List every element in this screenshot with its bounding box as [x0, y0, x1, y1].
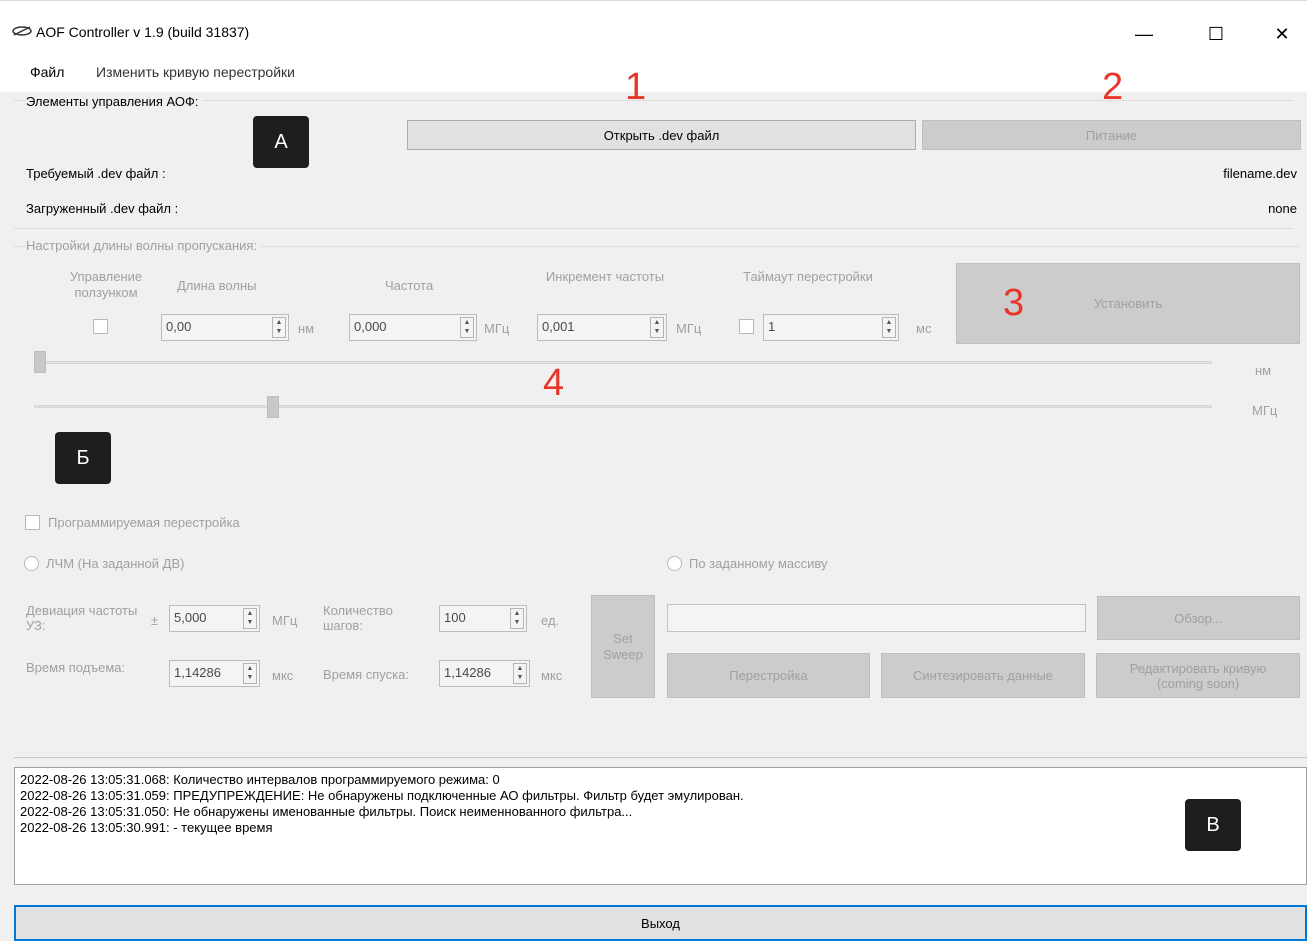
array-radio[interactable]	[667, 556, 682, 571]
log-line: 2022-08-26 13:05:31.068: Количество инте…	[20, 772, 500, 787]
loaded-dev-value: none	[1268, 201, 1297, 216]
spin-arrows-icon[interactable]: ▲ ▼	[243, 608, 257, 629]
timeout-unit: мс	[916, 321, 932, 336]
set-sweep-button[interactable]: Set Sweep	[591, 595, 655, 698]
wavelength-label: Длина волны	[177, 278, 257, 293]
lfm-radio[interactable]	[24, 556, 39, 571]
slider-nm-unit: нм	[1255, 363, 1272, 378]
wavelength-slider-track[interactable]	[34, 361, 1212, 364]
annotation-3: 3	[1003, 282, 1025, 324]
frequency-value: 0,000	[354, 319, 387, 334]
edit-curve-button[interactable]: Редактировать кривую (coming soon)	[1096, 653, 1300, 698]
frequency-slider-track[interactable]	[34, 405, 1212, 408]
window-title: AOF Controller v 1.9 (build 31837)	[36, 24, 250, 40]
increment-unit: МГц	[676, 321, 702, 336]
slider-mhz-unit: МГц	[1252, 403, 1278, 418]
annotation-2: 2	[1102, 66, 1124, 108]
wavelength-slider-thumb[interactable]	[34, 351, 46, 373]
fall-time-spinbox[interactable]: 1,14286 ▲ ▼	[439, 660, 530, 687]
steps-value: 100	[444, 610, 466, 625]
timeout-spinbox[interactable]: 1 ▲ ▼	[763, 314, 899, 341]
timeout-checkbox[interactable]	[739, 319, 754, 334]
deviation-value: 5,000	[174, 610, 207, 625]
open-dev-file-button[interactable]: Открыть .dev файл	[407, 120, 916, 150]
steps-unit: ед.	[541, 613, 560, 628]
exit-button[interactable]: Выход	[14, 905, 1307, 941]
log-line: 2022-08-26 13:05:31.050: Не обнаружены и…	[20, 804, 633, 819]
fall-time-label: Время спуска:	[323, 667, 409, 682]
annotation-4: 4	[543, 362, 565, 404]
increment-label: Инкремент частоты	[545, 269, 665, 284]
array-file-path-input[interactable]	[667, 604, 1086, 632]
increment-value: 0,001	[542, 319, 575, 334]
required-dev-value: filename.dev	[1223, 166, 1297, 181]
menu-file[interactable]: Файл	[30, 64, 64, 80]
annotation-a: А	[253, 116, 309, 168]
required-dev-label: Требуемый .dev файл :	[26, 166, 166, 181]
spin-arrows-icon[interactable]: ▲ ▼	[882, 317, 896, 338]
annotation-1: 1	[625, 66, 647, 108]
synthesize-data-button[interactable]: Синтезировать данные	[881, 653, 1085, 698]
array-radio-label: По заданному массиву	[689, 556, 828, 571]
frequency-slider-thumb[interactable]	[267, 396, 280, 418]
steps-label: Количество шагов:	[323, 603, 393, 633]
rise-time-value: 1,14286	[174, 665, 221, 680]
minimize-button[interactable]: —	[1121, 14, 1167, 54]
spin-arrows-icon[interactable]: ▲ ▼	[460, 317, 474, 338]
fall-time-unit: мкс	[541, 668, 563, 683]
log-divider	[14, 757, 1307, 758]
wavelength-group-label: Настройки длины волны пропускания:	[26, 238, 262, 253]
close-button[interactable]: ✕	[1259, 14, 1305, 54]
lfm-radio-label: ЛЧМ (На заданной ДВ)	[46, 556, 185, 571]
spin-arrows-icon[interactable]: ▲ ▼	[650, 317, 664, 338]
frequency-unit: МГц	[484, 321, 510, 336]
frequency-label: Частота	[385, 278, 434, 293]
app-icon	[12, 24, 32, 38]
timeout-label: Таймаут перестройки	[743, 269, 873, 284]
plus-minus: ±	[151, 613, 159, 628]
group-divider	[14, 228, 1294, 229]
loaded-dev-label: Загруженный .dev файл :	[26, 201, 179, 216]
timeout-value: 1	[768, 319, 776, 334]
programmable-checkbox[interactable]	[25, 515, 40, 530]
log-textbox[interactable]: 2022-08-26 13:05:31.068: Количество инте…	[14, 767, 1307, 885]
menu-edit-curve[interactable]: Изменить кривую перестройки	[96, 64, 295, 80]
annotation-v: В	[1185, 799, 1241, 851]
slider-control-label: Управление ползунком	[69, 269, 143, 300]
steps-spinbox[interactable]: 100 ▲ ▼	[439, 605, 527, 632]
spin-arrows-icon[interactable]: ▲ ▼	[513, 663, 527, 684]
spin-arrows-icon[interactable]: ▲ ▼	[272, 317, 286, 338]
deviation-spinbox[interactable]: 5,000 ▲ ▼	[169, 605, 260, 632]
wavelength-spinbox[interactable]: 0,00 ▲ ▼	[161, 314, 289, 341]
browse-button[interactable]: Обзор...	[1097, 596, 1300, 640]
slider-control-checkbox[interactable]	[93, 319, 108, 334]
rise-time-label: Время подъема:	[26, 660, 126, 675]
retune-button[interactable]: Перестройка	[667, 653, 870, 698]
rise-time-unit: мкс	[272, 668, 294, 683]
log-line: 2022-08-26 13:05:31.059: ПРЕДУПРЕЖДЕНИЕ:…	[20, 788, 744, 803]
annotation-b: Б	[55, 432, 111, 484]
programmable-label: Программируемая перестройка	[48, 515, 240, 530]
spin-arrows-icon[interactable]: ▲ ▼	[510, 608, 524, 629]
maximize-button[interactable]: ☐	[1193, 14, 1239, 54]
wavelength-value: 0,00	[166, 319, 192, 334]
deviation-label: Девиация частоты УЗ:	[26, 603, 138, 633]
log-line: 2022-08-26 13:05:30.991: - текущее время	[20, 820, 273, 835]
increment-spinbox[interactable]: 0,001 ▲ ▼	[537, 314, 667, 341]
frequency-spinbox[interactable]: 0,000 ▲ ▼	[349, 314, 477, 341]
spin-arrows-icon[interactable]: ▲ ▼	[243, 663, 257, 684]
power-button[interactable]: Питание	[922, 120, 1301, 150]
deviation-unit: МГц	[272, 613, 298, 628]
aof-controls-label: Элементы управления АОФ:	[26, 94, 203, 109]
fall-time-value: 1,14286	[444, 665, 491, 680]
wavelength-unit: нм	[298, 321, 315, 336]
rise-time-spinbox[interactable]: 1,14286 ▲ ▼	[169, 660, 260, 687]
